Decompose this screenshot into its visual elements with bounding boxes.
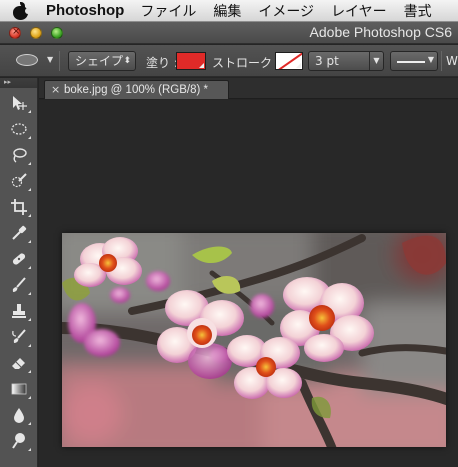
menu-file[interactable]: ファイル <box>140 1 196 21</box>
options-bar: ▼ シェイプ ⬍ 塗り : ストローク : 3 pt ▼ ▼ W <box>0 45 458 77</box>
dropdown-corner-icon <box>199 63 204 68</box>
panel-collapse-grip[interactable]: ▸▸ <box>0 78 37 88</box>
menu-edit[interactable]: 編集 <box>213 1 241 21</box>
options-divider <box>441 51 442 71</box>
history-brush-tool-icon[interactable] <box>6 326 32 348</box>
menu-image[interactable]: イメージ <box>258 1 314 21</box>
fill-label: 塗り : <box>146 56 178 70</box>
eyedropper-tool-icon[interactable] <box>6 222 32 244</box>
blur-tool-icon[interactable] <box>6 404 32 426</box>
dropdown-corner-icon <box>296 63 301 68</box>
crop-tool-icon[interactable] <box>6 196 32 218</box>
document-image[interactable] <box>62 233 446 447</box>
stroke-color-swatch[interactable] <box>275 52 303 70</box>
window-title: Adobe Photoshop CS6 <box>309 24 452 40</box>
options-divider <box>59 51 60 71</box>
document-tab[interactable]: × boke.jpg @ 100% (RGB/8) * <box>44 80 229 99</box>
menu-bar: Photoshop ファイル 編集 イメージ レイヤー 書式 <box>0 0 458 22</box>
document-tab-strip: × boke.jpg @ 100% (RGB/8) * <box>39 78 458 99</box>
menu-layer[interactable]: レイヤー <box>331 1 387 21</box>
minimize-window-button[interactable] <box>30 27 42 39</box>
eraser-tool-icon[interactable] <box>6 352 32 374</box>
close-icon[interactable]: × <box>51 83 60 96</box>
stamp-tool-icon[interactable] <box>6 300 32 322</box>
chevron-down-icon[interactable]: ▼ <box>47 55 53 64</box>
tools-panel: ▸▸ <box>0 78 38 467</box>
stroke-width-value: 3 pt <box>315 54 339 68</box>
dodge-tool-icon[interactable] <box>6 430 32 452</box>
stroke-type-select[interactable]: ▼ <box>390 51 438 71</box>
gradient-tool-icon[interactable] <box>6 378 32 400</box>
solid-line-icon <box>397 61 425 63</box>
marquee-tool-icon[interactable] <box>6 118 32 140</box>
lasso-tool-icon[interactable] <box>6 144 32 166</box>
close-icon: × <box>12 26 21 37</box>
fill-color-swatch[interactable] <box>176 52 206 70</box>
brush-tool-icon[interactable] <box>6 274 32 296</box>
stroke-width-field[interactable]: 3 pt ▼ <box>308 51 384 71</box>
window-title-bar: × Adobe Photoshop CS6 <box>0 22 458 44</box>
menu-app-name[interactable]: Photoshop <box>46 2 124 19</box>
chevron-down-icon[interactable]: ▼ <box>369 52 383 70</box>
menu-type[interactable]: 書式 <box>404 1 432 21</box>
healing-brush-tool-icon[interactable] <box>6 248 32 270</box>
zoom-window-button[interactable] <box>51 27 63 39</box>
updown-arrow-icon: ⬍ <box>123 56 131 66</box>
move-tool-icon[interactable] <box>6 92 32 114</box>
chevron-down-icon: ▼ <box>427 55 434 64</box>
stroke-label: ストローク : <box>212 56 280 70</box>
canvas-area[interactable] <box>39 100 458 467</box>
ellipse-tool-preset-icon[interactable] <box>16 54 38 66</box>
tool-mode-select[interactable]: シェイプ ⬍ <box>68 51 136 71</box>
close-window-button[interactable]: × <box>9 26 21 39</box>
tool-mode-value: シェイプ <box>75 54 124 68</box>
width-label: W <box>446 54 458 68</box>
apple-logo-icon[interactable] <box>12 1 31 20</box>
quick-select-tool-icon[interactable] <box>6 170 32 192</box>
document-tab-title: boke.jpg @ 100% (RGB/8) * <box>64 84 208 96</box>
